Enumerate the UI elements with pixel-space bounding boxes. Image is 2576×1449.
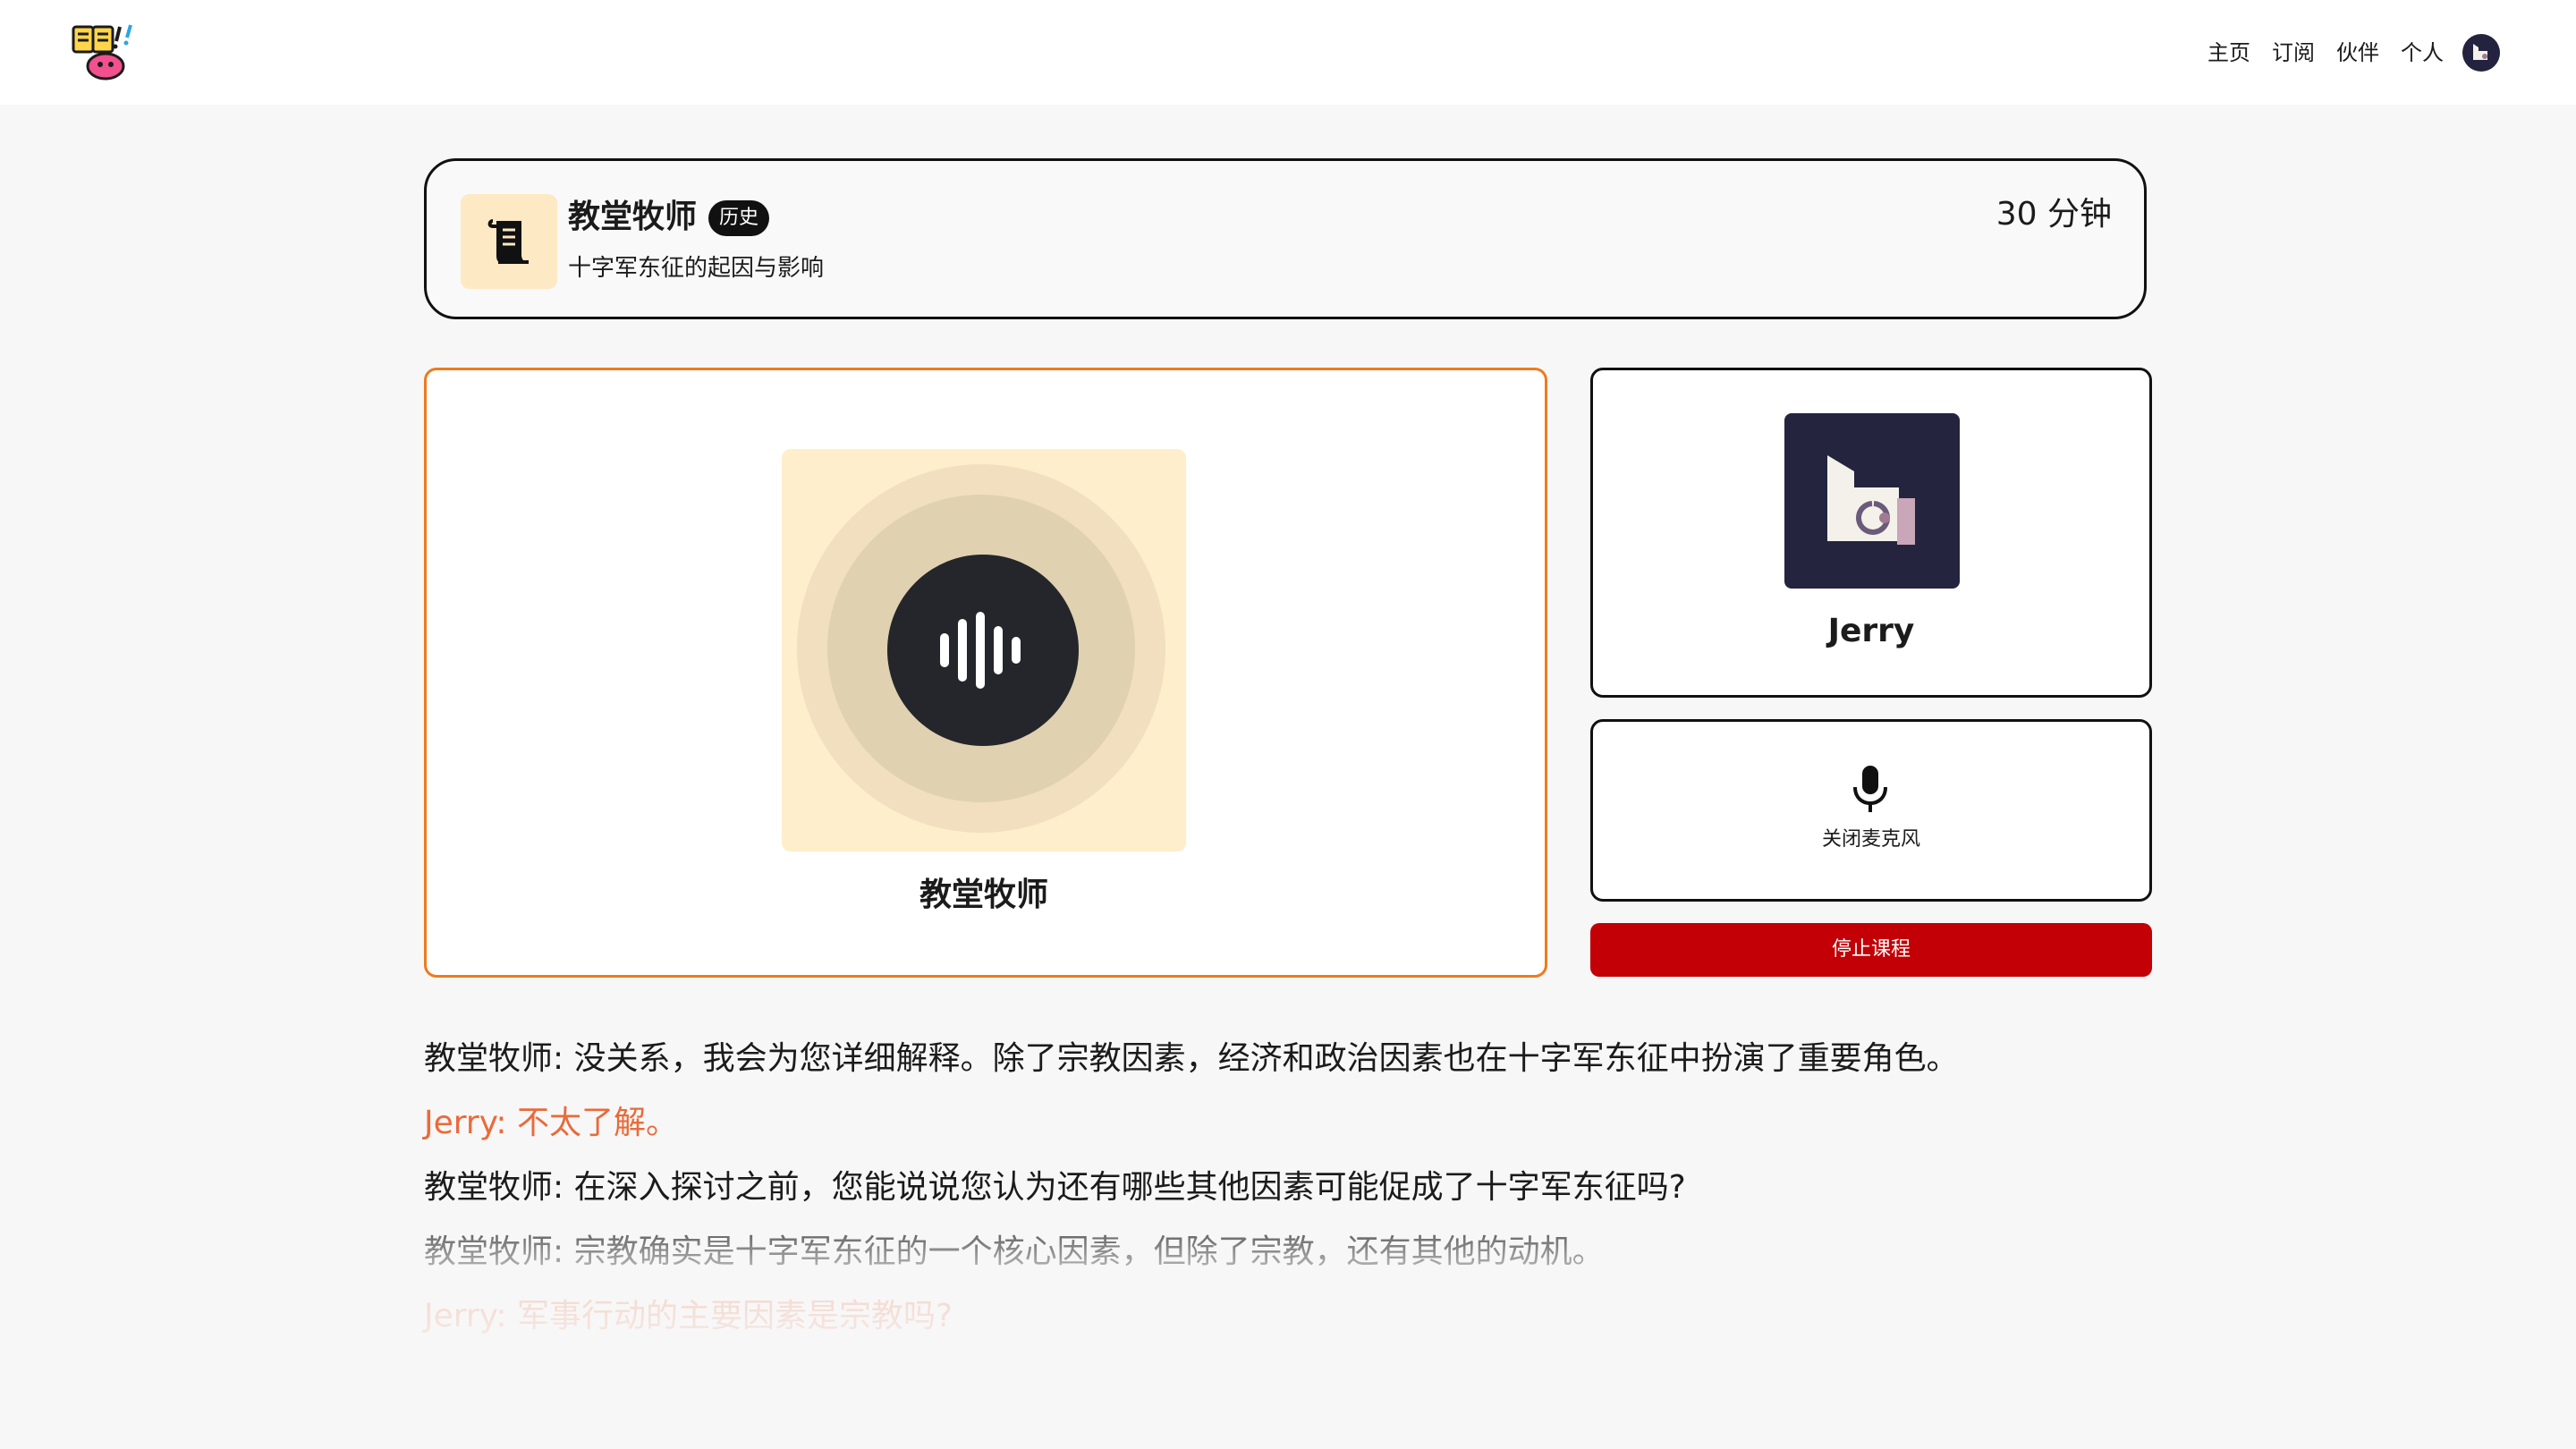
tutor-name: 教堂牧师 — [919, 877, 1048, 913]
user-name: Jerry — [1827, 613, 1915, 649]
course-header-card: 教堂牧师 历史 十字军东征的起因与影响 30 分钟 — [424, 158, 2147, 319]
mic-toggle-label[interactable]: 关闭麦克风 — [1590, 825, 2152, 855]
transcript-list: 教堂牧师: 没关系，我会为您详细解释。除了宗教因素，经济和政治因素也在十字军东征… — [424, 1027, 2150, 1349]
stop-course-button[interactable]: 停止课程 — [1590, 923, 2152, 977]
nav-item-partners[interactable]: 伙伴 — [2336, 38, 2379, 68]
course-subtitle: 十字军东征的起因与影响 — [568, 255, 825, 282]
voice-wave-icon — [887, 555, 1079, 746]
nav-item-home[interactable]: 主页 — [2207, 38, 2250, 68]
main-nav: 主页 订阅 伙伴 个人 — [2207, 38, 2444, 68]
top-navigation-bar: 主页 订阅 伙伴 个人 — [0, 0, 2576, 105]
pixel-avatar-icon — [1784, 413, 1960, 589]
transcript-line: 教堂牧师: 宗教确实是十字军东征的一个核心因素，但除了宗教，还有其他的动机。 — [424, 1233, 1605, 1270]
app-logo-icon[interactable] — [72, 21, 140, 82]
course-duration: 30 分钟 — [1996, 196, 2112, 233]
transcript-line: Jerry: 军事行动的主要因素是宗教吗? — [424, 1298, 953, 1335]
subject-badge: 历史 — [708, 200, 770, 236]
user-avatar-small[interactable] — [2462, 34, 2500, 72]
voice-visualizer — [782, 449, 1186, 852]
nav-item-subscribe[interactable]: 订阅 — [2272, 38, 2315, 68]
transcript-line: Jerry: 不太了解。 — [424, 1105, 678, 1141]
course-title: 教堂牧师 — [568, 199, 698, 235]
transcript-line: 教堂牧师: 在深入探讨之前，您能说说您认为还有哪些其他因素可能促成了十字军东征吗… — [424, 1169, 1686, 1206]
pixel-avatar-icon — [2473, 44, 2487, 60]
scroll-icon — [461, 194, 557, 289]
nav-item-profile[interactable]: 个人 — [2401, 38, 2444, 68]
transcript-line: 教堂牧师: 没关系，我会为您详细解释。除了宗教因素，经济和政治因素也在十字军东征… — [424, 1040, 1959, 1077]
microphone-icon[interactable] — [1850, 764, 1891, 814]
